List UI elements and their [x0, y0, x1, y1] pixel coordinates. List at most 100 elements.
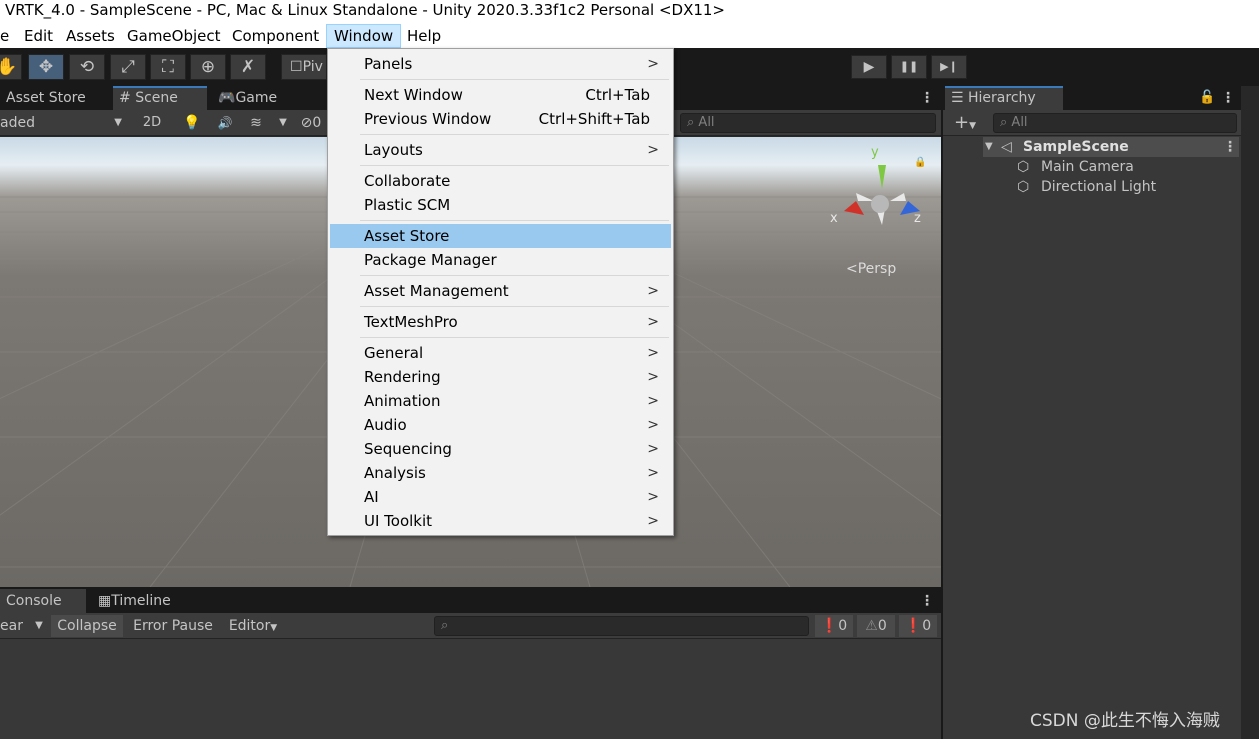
rotate-tool-icon[interactable]: ⟲ — [69, 54, 105, 80]
menu-item-textmeshpro[interactable]: TextMeshPro > — [330, 310, 671, 334]
menu-item-ai[interactable]: AI > — [330, 485, 671, 509]
perspective-label: Persp — [857, 261, 897, 277]
pivot-toggle[interactable]: ☐Piv — [281, 54, 327, 80]
menu-item-sequencing[interactable]: Sequencing > — [330, 437, 671, 461]
menu-item-analysis[interactable]: Analysis > — [330, 461, 671, 485]
menu-item-rendering[interactable]: Rendering > — [330, 365, 671, 389]
hand-tool-icon[interactable]: ✋ — [0, 54, 22, 80]
tab-game[interactable]: 🎮Game — [212, 86, 283, 110]
pivot-label: Piv — [302, 59, 323, 75]
menu-edit[interactable]: Edit — [17, 24, 60, 48]
hierarchy-search-input[interactable]: ⌕ All — [993, 113, 1237, 133]
tab-timeline[interactable]: ▦Timeline — [92, 589, 177, 613]
clear-button[interactable]: ear — [0, 615, 26, 637]
menu-item-general[interactable]: General > — [330, 341, 671, 365]
menu-item-previous-window[interactable]: Previous Window Ctrl+Shift+Tab — [330, 107, 671, 131]
effects-icon[interactable]: ≋ — [242, 112, 270, 134]
list-item[interactable]: ⬡ Main Camera — [1015, 157, 1239, 177]
menu-item-asset-management[interactable]: Asset Management > — [330, 279, 671, 303]
play-button[interactable]: ▶ — [851, 55, 887, 79]
custom-tool-icon[interactable]: ✗ — [230, 54, 266, 80]
hidden-objects-icon[interactable]: ⊘0 — [296, 112, 326, 134]
grid-icon: # — [119, 90, 131, 106]
menu-file[interactable]: e — [0, 24, 16, 48]
audio-icon[interactable]: 🔊 — [212, 112, 238, 134]
more-options-icon[interactable]: ⋮ — [1215, 86, 1241, 110]
info-count: 0 — [838, 618, 848, 634]
menu-item-label: AI — [364, 488, 379, 506]
shading-mode-label: aded — [0, 115, 35, 131]
menu-assets[interactable]: Assets — [59, 24, 122, 48]
rect-tool-icon[interactable]: ⛶ — [150, 54, 186, 80]
menu-item-label: Rendering — [364, 368, 441, 386]
menu-item-audio[interactable]: Audio > — [330, 413, 671, 437]
plus-icon: + — [953, 112, 970, 133]
menu-item-label: UI Toolkit — [364, 512, 433, 530]
orientation-gizmo[interactable]: y x z 🔒 <Persp — [826, 145, 936, 277]
menu-item-package-manager[interactable]: Package Manager — [330, 248, 671, 272]
menu-item-collaborate[interactable]: Collaborate — [330, 169, 671, 193]
move-tool-icon[interactable]: ✥ — [28, 54, 64, 80]
scale-tool-icon[interactable]: ⤢ — [110, 54, 146, 80]
menu-window[interactable]: Window — [326, 24, 402, 48]
more-options-icon[interactable]: ⋮ — [914, 589, 940, 613]
object-name: Directional Light — [1041, 179, 1157, 195]
list-item[interactable]: ⬡ Directional Light — [1015, 177, 1239, 197]
add-object-button[interactable]: +▼ — [947, 112, 983, 134]
tab-hierarchy-label: Hierarchy — [968, 90, 1036, 106]
error-pause-button[interactable]: Error Pause — [128, 615, 218, 637]
more-options-icon[interactable]: ⋮ — [1223, 137, 1237, 157]
tab-scene[interactable]: # Scene — [113, 86, 207, 110]
menu-item-plastic-scm[interactable]: Plastic SCM — [330, 193, 671, 217]
effects-dropdown-icon[interactable]: ▼ — [274, 112, 292, 134]
expand-arrow-icon[interactable]: ▼ — [985, 137, 993, 157]
menu-item-label: Asset Store — [364, 227, 450, 245]
menu-item-layouts[interactable]: Layouts > — [330, 138, 671, 162]
tab-asset-store[interactable]: Asset Store — [0, 86, 92, 110]
menu-item-animation[interactable]: Animation > — [330, 389, 671, 413]
gamepad-icon: 🎮 — [218, 90, 236, 106]
step-button[interactable]: ▶❙ — [931, 55, 967, 79]
toggle-2d-button[interactable]: 2D — [136, 112, 168, 134]
menu-item-label: Layouts — [364, 141, 423, 159]
perspective-toggle[interactable]: <Persp — [846, 261, 896, 277]
hierarchy-search-placeholder: All — [1011, 115, 1028, 130]
pause-button[interactable]: ❚❚ — [891, 55, 927, 79]
menu-item-label: Package Manager — [364, 251, 497, 269]
inspector-edge — [1241, 86, 1259, 739]
warning-toggle[interactable]: ⚠0 — [857, 615, 895, 637]
menu-separator — [360, 79, 669, 80]
menu-item-ui-toolkit[interactable]: UI Toolkit > — [330, 509, 671, 533]
chevron-right-icon: > — [647, 417, 659, 433]
menu-item-label: Animation — [364, 392, 441, 410]
transform-tool-icon[interactable]: ⊕ — [190, 54, 226, 80]
chevron-right-icon: > — [647, 56, 659, 72]
menu-item-asset-store[interactable]: Asset Store — [330, 224, 671, 248]
menu-help[interactable]: Help — [400, 24, 448, 48]
menu-item-next-window[interactable]: Next Window Ctrl+Tab — [330, 83, 671, 107]
menu-gameobject[interactable]: GameObject — [120, 24, 228, 48]
tab-hierarchy[interactable]: ☰ Hierarchy — [945, 86, 1063, 110]
info-toggle[interactable]: ❗0 — [815, 615, 853, 637]
scene-row[interactable]: ▼ ◁ SampleScene ⋮ — [983, 137, 1239, 157]
scene-search-input[interactable]: ⌕ All — [680, 113, 936, 133]
tab-console[interactable]: Console — [0, 589, 86, 613]
lock-icon[interactable]: 🔒 — [914, 157, 926, 168]
watermark-text: CSDN @此生不悔入海贼 — [1030, 711, 1220, 731]
console-search-input[interactable]: ⌕ — [434, 616, 809, 636]
hierarchy-toolbar: +▼ ⌕ All — [943, 110, 1241, 136]
collapse-button[interactable]: Collapse — [51, 615, 123, 637]
menu-component[interactable]: Component — [225, 24, 326, 48]
editor-label: Editor — [228, 618, 271, 634]
list-icon: ☰ — [951, 90, 964, 106]
pivot-icon: ☐ — [290, 59, 303, 75]
menu-item-panels[interactable]: Panels > — [330, 52, 671, 76]
chevron-down-icon[interactable]: ▼ — [30, 615, 48, 637]
chevron-right-icon: > — [647, 314, 659, 330]
error-toggle[interactable]: ❗0 — [899, 615, 937, 637]
shading-mode-dropdown[interactable]: aded ▼ — [0, 112, 128, 134]
editor-dropdown[interactable]: Editor▼ — [221, 615, 285, 637]
console-tab-bar: Console ▦Timeline ⋮ — [0, 589, 941, 613]
lighting-icon[interactable]: 💡 — [178, 112, 206, 134]
more-options-icon[interactable]: ⋮ — [914, 86, 940, 110]
